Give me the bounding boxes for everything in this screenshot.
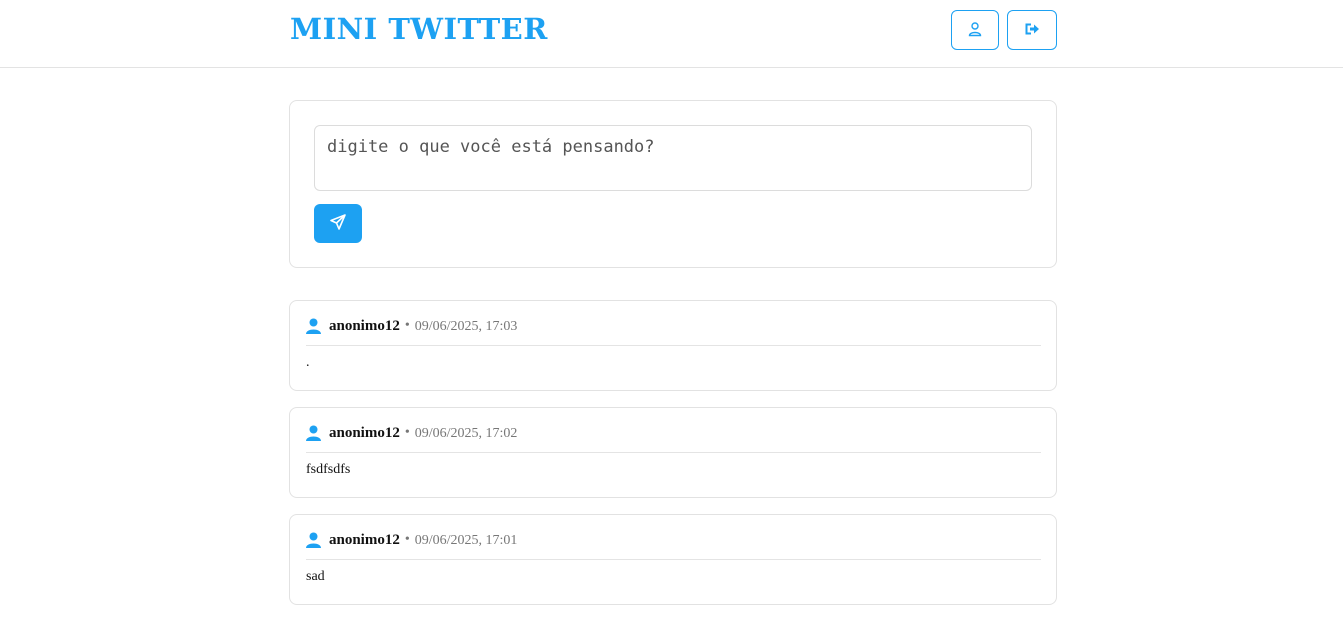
post-header: anonimo12 • 09/06/2025, 17:03 — [306, 316, 1041, 346]
user-icon — [306, 423, 329, 446]
top-navbar: MINI TWITTER — [0, 0, 1343, 68]
post-timestamp: 09/06/2025, 17:03 — [414, 319, 518, 334]
post-card: anonimo12 • 09/06/2025, 17:02 fsdfsdfs — [289, 407, 1057, 498]
post-card: anonimo12 • 09/06/2025, 17:03 . — [289, 300, 1057, 391]
separator-dot: • — [404, 318, 410, 333]
user-outline-icon — [967, 21, 983, 40]
user-icon — [306, 530, 329, 553]
send-icon — [329, 213, 347, 234]
post-timestamp: 09/06/2025, 17:01 — [414, 533, 518, 548]
post-header: anonimo12 • 09/06/2025, 17:02 — [306, 423, 1041, 453]
post-header: anonimo12 • 09/06/2025, 17:01 — [306, 530, 1041, 560]
logout-icon — [1024, 21, 1040, 40]
post-content: fsdfsdfs — [306, 462, 351, 477]
post-username[interactable]: anonimo12 — [329, 318, 400, 335]
post-timestamp: 09/06/2025, 17:02 — [414, 426, 518, 441]
post-card: anonimo12 • 09/06/2025, 17:01 sad — [289, 514, 1057, 605]
post-content: . — [306, 355, 310, 370]
post-username[interactable]: anonimo12 — [329, 532, 400, 549]
tweet-composer — [289, 100, 1057, 268]
logout-button[interactable] — [1007, 10, 1057, 50]
send-button[interactable] — [314, 204, 362, 243]
post-content: sad — [306, 569, 325, 584]
separator-dot: • — [404, 532, 410, 547]
post-username[interactable]: anonimo12 — [329, 425, 400, 442]
app-logo[interactable]: MINI TWITTER — [290, 12, 548, 46]
user-icon — [306, 316, 329, 339]
separator-dot: • — [404, 425, 410, 440]
profile-button[interactable] — [951, 10, 999, 50]
tweet-input[interactable] — [314, 125, 1032, 191]
